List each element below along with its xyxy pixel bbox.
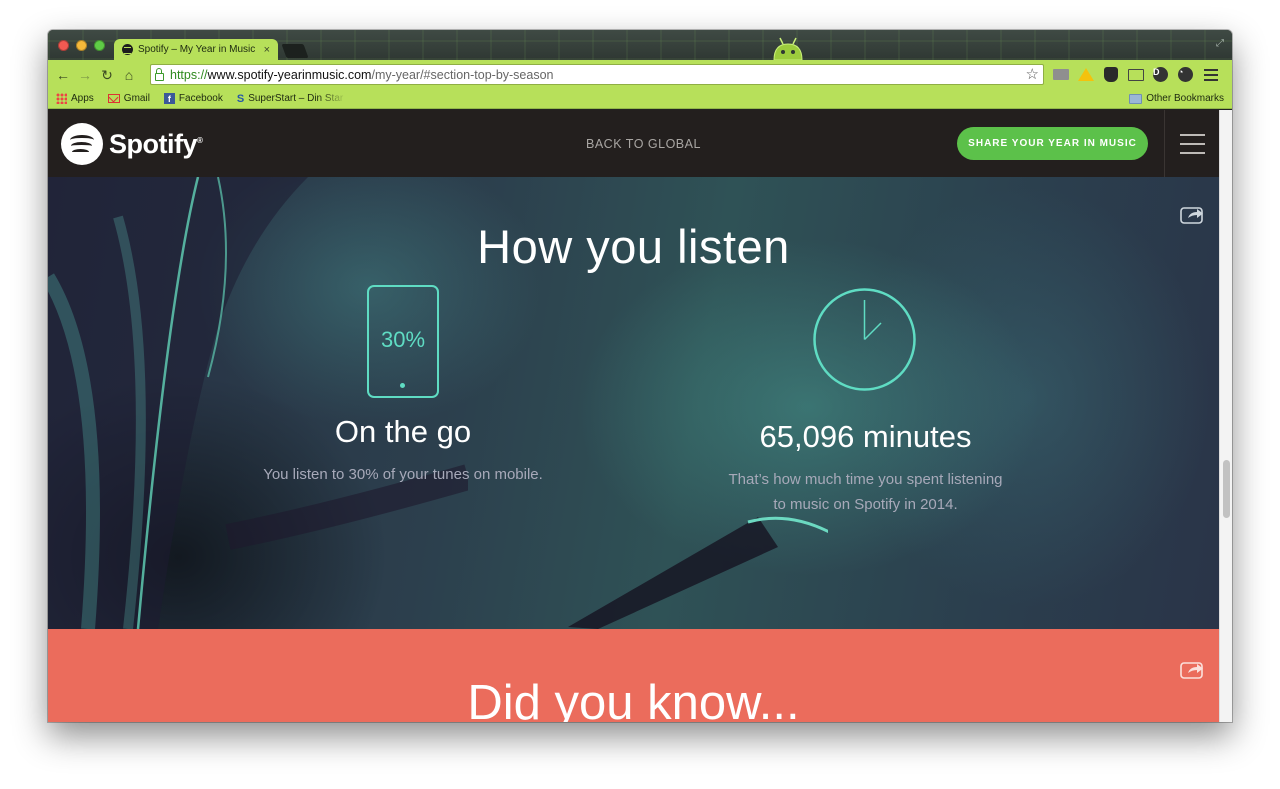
minutes-description-line-2: to music on Spotify in 2014. <box>773 496 958 513</box>
bookmark-label: Apps <box>71 93 94 104</box>
browser-toolbar: ← → ↻ ⌂ https:// www.spotify-yearinmusic… <box>48 60 1232 89</box>
spotify-logo[interactable]: Spotify® <box>61 123 203 165</box>
bookmarks-bar: Apps Gmail f Facebook S SuperStart – Din… <box>48 89 1232 109</box>
other-bookmarks[interactable]: Other Bookmarks <box>1129 93 1224 104</box>
how-you-listen-section: How you listen 30% On the go You listen … <box>48 177 1219 629</box>
owl-icon[interactable] <box>1102 66 1119 83</box>
section-title: How you listen <box>477 220 790 273</box>
browser-window: Spotify – My Year in Music × ⤢ ← → ↻ ⌂ h… <box>48 30 1232 722</box>
mobile-percent: 30% <box>380 327 426 352</box>
bookmark-label: SuperStart – Din Star <box>248 93 344 104</box>
site-header: Spotify® BACK TO GLOBAL SHARE YOUR YEAR … <box>48 110 1219 177</box>
url-host: www.spotify-yearinmusic.com <box>207 67 372 82</box>
other-bookmarks-label: Other Bookmarks <box>1146 93 1224 104</box>
android-theme-icon <box>773 37 803 60</box>
new-tab-button[interactable] <box>281 44 309 58</box>
tab-spotify[interactable]: Spotify – My Year in Music × <box>114 39 278 60</box>
share-your-year-button[interactable]: SHARE YOUR YEAR IN MUSIC <box>957 127 1148 160</box>
fullscreen-icon[interactable]: ⤢ <box>1216 38 1224 49</box>
superstart-icon: S <box>236 92 245 105</box>
address-bar[interactable]: https:// www.spotify-yearinmusic.com /my… <box>150 64 1044 85</box>
section-title: Did you know... <box>467 676 800 722</box>
lock-icon <box>155 67 164 81</box>
bookmark-label: Gmail <box>123 93 150 104</box>
page-scrollbar[interactable] <box>1219 110 1232 722</box>
extension-icons: D ◔ <box>1052 66 1219 83</box>
bookmark-label: Facebook <box>178 93 223 104</box>
on-the-go-title: On the go <box>334 414 472 449</box>
minutes-description: That’s how much time you spent listening… <box>698 467 1033 517</box>
bookmark-superstart[interactable]: S SuperStart – Din Star <box>237 93 347 105</box>
scrollbar-thumb[interactable] <box>1223 460 1230 518</box>
minutes-description-line-1: That’s how much time you spent listening <box>728 471 1003 488</box>
bookmark-facebook[interactable]: f Facebook <box>163 93 223 104</box>
spotify-favicon-icon <box>122 44 133 55</box>
tab-close-icon[interactable]: × <box>264 44 270 56</box>
forward-button[interactable]: → <box>74 68 96 82</box>
apps-grid-icon <box>56 93 67 104</box>
logo-text: Spotify® <box>109 128 203 159</box>
page-viewport: Spotify® BACK TO GLOBAL SHARE YOUR YEAR … <box>48 110 1232 722</box>
drive-icon[interactable] <box>1077 66 1094 83</box>
facebook-icon: f <box>163 93 175 104</box>
clock-icon <box>813 288 916 391</box>
hamburger-menu-icon[interactable] <box>1164 110 1219 177</box>
url-scheme: https:// <box>170 67 208 82</box>
back-to-global-link[interactable]: BACK TO GLOBAL <box>586 137 701 151</box>
bookmark-apps[interactable]: Apps <box>56 93 94 104</box>
minimize-window-button[interactable] <box>76 40 87 51</box>
on-the-go-description: You listen to 30% of your tunes on mobil… <box>263 466 543 483</box>
reload-button[interactable]: ↻ <box>96 68 118 82</box>
home-button[interactable]: ⌂ <box>118 68 140 82</box>
chrome-menu-icon[interactable] <box>1202 66 1219 83</box>
close-window-button[interactable] <box>58 40 69 51</box>
phone-home-dot <box>400 383 405 388</box>
url-path: /my-year/#section-top-by-season <box>371 67 554 82</box>
bookmark-star-icon[interactable]: ☆ <box>1026 65 1039 83</box>
did-you-know-section: Did you know... <box>48 629 1219 722</box>
folder-icon <box>1129 93 1143 104</box>
mobile-phone-icon: 30% <box>367 285 439 398</box>
pocket-icon[interactable]: D <box>1152 66 1169 83</box>
bookmark-gmail[interactable]: Gmail <box>107 93 150 104</box>
tab-strip: Spotify – My Year in Music × ⤢ <box>48 30 1232 60</box>
clock-extension-icon[interactable]: ◔ <box>1177 66 1194 83</box>
cast-icon[interactable] <box>1127 66 1144 83</box>
minutes-title: 65,096 minutes <box>759 419 972 454</box>
maximize-window-button[interactable] <box>94 40 105 51</box>
spotify-logo-icon <box>61 123 103 165</box>
back-button[interactable]: ← <box>52 68 74 82</box>
gmail-icon <box>107 94 120 103</box>
window-controls <box>58 40 105 51</box>
mail-icon[interactable] <box>1052 66 1069 83</box>
tab-title: Spotify – My Year in Music <box>138 44 256 55</box>
